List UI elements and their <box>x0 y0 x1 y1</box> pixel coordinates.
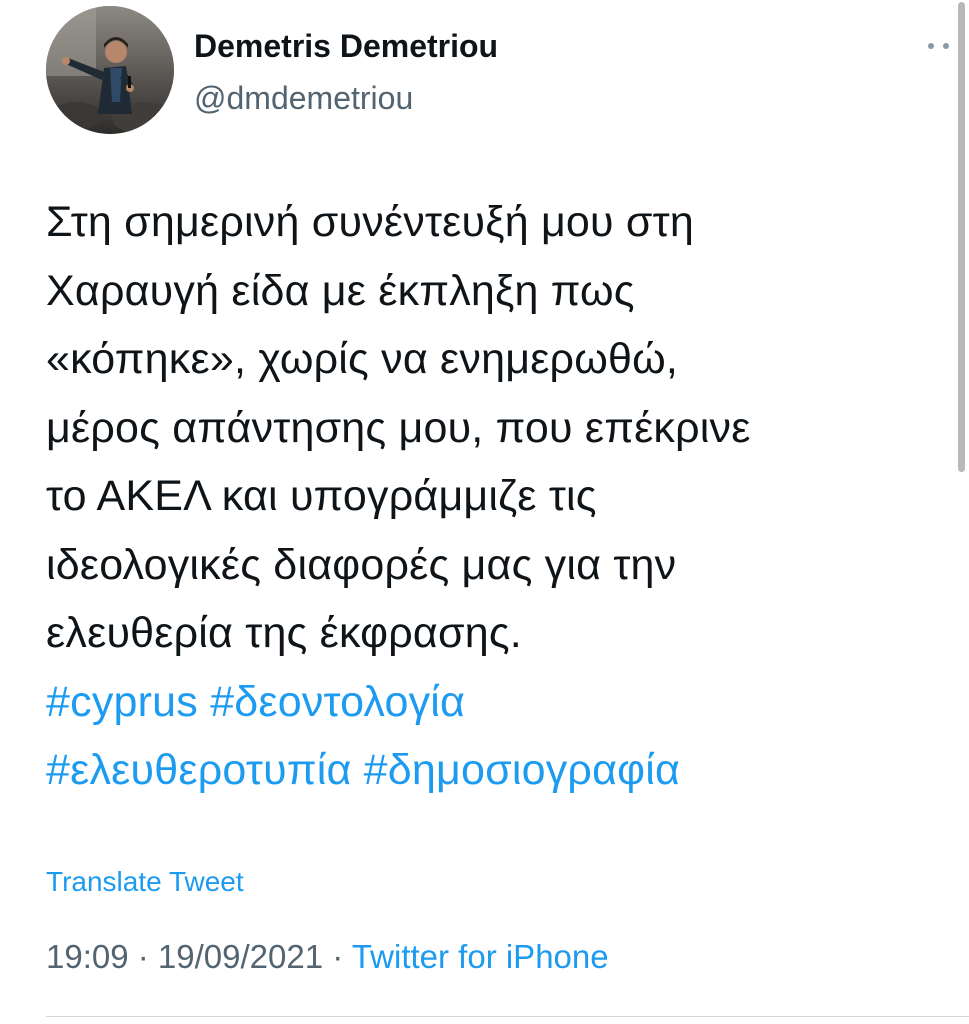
divider <box>46 1016 969 1017</box>
meta-separator: · <box>128 938 158 975</box>
tweet-text-line: «κόπηκε», χωρίς να ενημερωθώ, <box>46 335 679 383</box>
tweet-time[interactable]: 19:09 <box>46 938 129 975</box>
user-handle[interactable]: @dmdemetriou <box>194 80 413 117</box>
tweet-date[interactable]: 19/09/2021 <box>158 938 323 975</box>
hashtag-dimosiografia[interactable]: #δημοσιογραφία <box>364 746 680 794</box>
avatar[interactable] <box>46 6 174 134</box>
more-dot <box>943 43 949 49</box>
tweet-text-line: Χαραυγή είδα με έκπληξη πως <box>46 266 635 315</box>
hashtag-eleftherotypia[interactable]: #ελευθεροτυπία <box>46 746 352 794</box>
hashtag-line: #ελευθεροτυπία #δημοσιογραφία <box>46 736 926 805</box>
tweet-text-line: ιδεολογικές διαφορές μας για την <box>46 540 677 589</box>
hashtag-deontologia[interactable]: #δεοντολογία <box>210 678 465 726</box>
tweet-meta: 19:09 · 19/09/2021 · Twitter for iPhone <box>46 938 609 976</box>
tweet-text-line: το ΑΚΕΛ και υπογράμμιζε τις <box>46 472 597 520</box>
scrollbar[interactable] <box>958 2 965 472</box>
more-dot <box>928 43 934 49</box>
translate-tweet-link[interactable]: Translate Tweet <box>46 866 244 898</box>
tweet-source-link[interactable]: Twitter for iPhone <box>352 938 609 975</box>
tweet-text-line: Στη σημερινή συνέντευξή μου στη <box>46 198 694 246</box>
tweet-header: Demetris Demetriou @dmdemetriou <box>46 6 964 136</box>
profile-photo-icon <box>46 6 174 134</box>
hashtag-cyprus[interactable]: #cyprus <box>46 678 198 726</box>
tweet-text: Στη σημερινή συνέντευξή μου στη Χαραυγή … <box>46 188 926 805</box>
meta-separator: · <box>323 938 352 975</box>
display-name[interactable]: Demetris Demetriou <box>194 28 498 65</box>
tweet-text-line: μέρος απάντησης μου, που επέκρινε <box>46 403 751 452</box>
hashtag-line: #cyprus #δεοντολογία <box>46 668 926 737</box>
tweet-text-line: ελευθερία της έκφρασης. <box>46 609 522 657</box>
